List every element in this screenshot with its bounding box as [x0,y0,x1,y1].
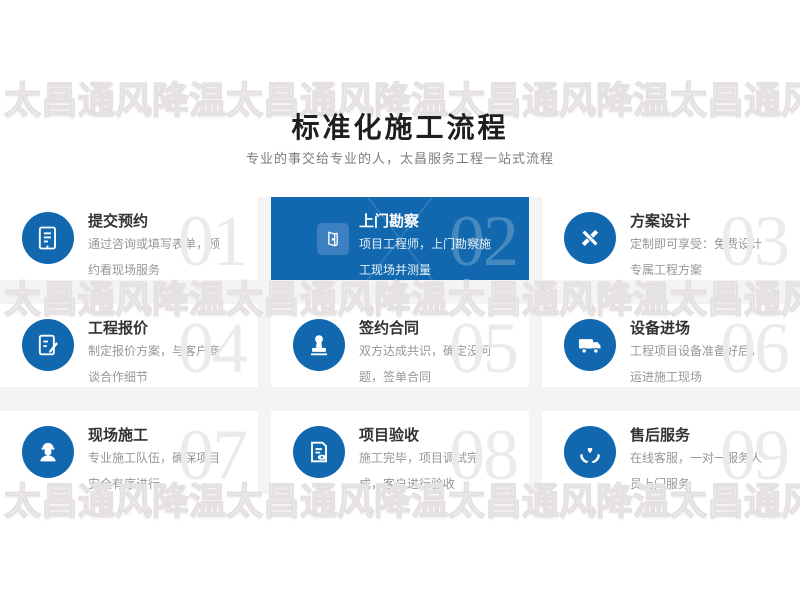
after-sales-icon [564,426,616,478]
step-number: 03 [720,197,788,280]
equipment-truck-icon [564,319,616,371]
step-number: 08 [449,411,517,494]
step-card-equipment-entry[interactable]: 设备进场 工程项目设备准备好后， 运进施工现场 06 [542,304,800,387]
step-number: 09 [720,411,788,494]
quotation-icon [22,319,74,371]
page-subtitle: 专业的事交给专业的人，太昌服务工程一站式流程 [0,148,800,167]
site-survey-icon [317,223,349,255]
step-number: 02 [449,197,517,280]
step-number: 05 [449,304,517,387]
step-number: 04 [178,304,246,387]
construction-worker-icon [22,426,74,478]
page-title: 标准化施工流程 [0,106,800,146]
step-card-submit-appointment[interactable]: 提交预约 通过咨询或填写表单，预 约看现场服务 01 [0,197,258,280]
step-number: 01 [178,197,246,280]
process-section: 太昌通风降温 太昌通风降温 太昌通风降温 太昌通风降温 太昌通风降温 太昌通风降… [0,0,800,600]
design-plan-icon [564,212,616,264]
step-card-project-quote[interactable]: 工程报价 制定报价方案，与客户商 谈合作细节 04 [0,304,258,387]
step-card-design-plan[interactable]: 方案设计 定制即可享受：免费设计 专属工程方案 03 [542,197,800,280]
step-card-project-acceptance[interactable]: 项目验收 施工完毕，项目调试完 成，客户进行验收 08 [271,411,529,494]
step-number: 07 [178,411,246,494]
step-number: 06 [720,304,788,387]
process-grid: 提交预约 通过咨询或填写表单，预 约看现场服务 01 上门勘察 项目工程师，上门… [0,197,800,494]
appointment-form-icon [22,212,74,264]
step-card-site-survey[interactable]: 上门勘察 项目工程师，上门勘察施 工现场并测量 02 [271,197,529,280]
contract-stamp-icon [293,319,345,371]
inspection-icon [293,426,345,478]
step-card-onsite-construction[interactable]: 现场施工 专业施工队伍，确保项目 安全有序进行 07 [0,411,258,494]
step-card-after-sales[interactable]: 售后服务 在线客服，一对一服务人 员上门服务 09 [542,411,800,494]
step-card-sign-contract[interactable]: 签约合同 双方达成共识，确定没问 题，签单合同 05 [271,304,529,387]
